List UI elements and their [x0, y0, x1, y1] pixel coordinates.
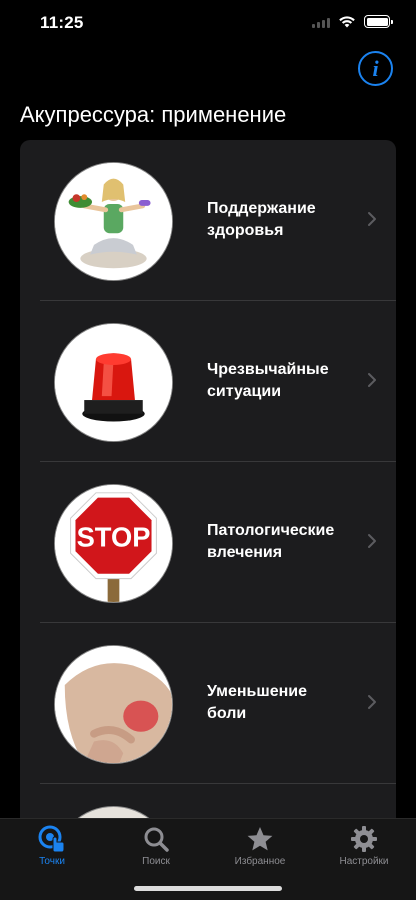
info-icon: i: [372, 55, 379, 81]
meditating-woman-image: [54, 162, 173, 281]
list-item-label: Патологические влечения: [207, 522, 335, 561]
back-pain-image: [54, 645, 173, 764]
stop-sign-image: STOP: [54, 484, 173, 603]
chevron-right-icon: [368, 373, 376, 387]
category-list: Поддержание здоровья Чрезвычайные ситуац…: [20, 140, 396, 830]
info-button[interactable]: i: [358, 51, 393, 86]
status-icons: [312, 15, 393, 28]
chevron-right-icon: [368, 212, 376, 226]
search-icon: [144, 827, 169, 852]
star-icon: [247, 827, 273, 851]
tab-label: Настройки: [339, 856, 389, 867]
list-item-addictions[interactable]: STOP Патологические влечения: [20, 462, 396, 623]
list-item-label: Поддержание здоровья: [207, 200, 316, 239]
home-indicator: [134, 886, 282, 891]
stop-sign-text: STOP: [77, 521, 151, 552]
chevron-right-icon: [368, 534, 376, 548]
tab-search[interactable]: Поиск: [104, 825, 208, 875]
list-item-label: Уменьшение боли: [207, 683, 308, 722]
list-item-health[interactable]: Поддержание здоровья: [20, 140, 396, 301]
wifi-icon: [339, 16, 355, 28]
tab-label: Избранное: [234, 856, 286, 867]
tab-label: Точки: [39, 856, 65, 867]
chevron-right-icon: [368, 695, 376, 709]
list-item-emergency[interactable]: Чрезвычайные ситуации: [20, 301, 396, 462]
status-time: 11:25: [40, 13, 84, 32]
page-title: Акупрессура: применение: [20, 102, 287, 127]
tab-settings[interactable]: Настройки: [312, 825, 416, 875]
battery-icon: [364, 15, 393, 28]
points-icon: [38, 825, 65, 853]
tab-favorites[interactable]: Избранное: [208, 825, 312, 875]
cellular-signal-icon: [312, 16, 330, 28]
red-siren-image: [54, 323, 173, 442]
tab-label: Поиск: [142, 856, 170, 867]
list-item-label: Чрезвычайные ситуации: [207, 361, 329, 400]
list-item-pain-relief[interactable]: Уменьшение боли: [20, 623, 396, 784]
status-bar: 11:25: [0, 0, 416, 50]
tab-points[interactable]: Точки: [0, 825, 104, 875]
gear-icon: [351, 826, 377, 852]
